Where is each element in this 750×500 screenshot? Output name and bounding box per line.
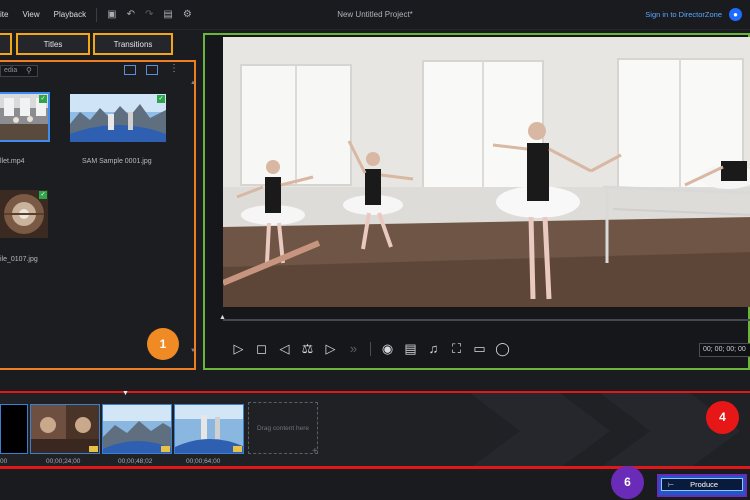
media-library: edia ⚲ ⋮ ✓ llet.mp4 ✓ SAM Sample 0001.jp…	[0, 60, 196, 370]
menu-bar: ite View Playback ▣ ↶ ↷ ▤ ⚙	[0, 0, 750, 30]
timeline-timecode: 00	[0, 458, 8, 465]
thumbnail-view-icon[interactable]	[146, 65, 158, 75]
redo-icon[interactable]: ↷	[145, 9, 153, 20]
produce-label: Produce	[690, 480, 719, 489]
preview-panel: ▲ ▷ ◻ ◁ ⚖ ▷ » ◉ ▤ ♫ ⛶ ▭ ◯ 00; 00; 00; 00	[203, 33, 750, 370]
tab-titles[interactable]: Titles	[16, 33, 90, 55]
media-item-name: SAM Sample 0001.jpg	[82, 158, 152, 165]
undo-icon[interactable]: ↶	[127, 9, 135, 20]
next-frame-icon[interactable]: ▷	[319, 341, 342, 357]
stop-icon[interactable]: ◻	[250, 341, 273, 357]
add-icon[interactable]: +	[312, 446, 318, 457]
timeline-playhead[interactable]: ▼	[122, 390, 129, 397]
library-tabs: Titles Transitions	[0, 33, 173, 55]
clip-marker	[233, 446, 242, 452]
save-icon[interactable]: ▣	[107, 9, 116, 20]
ballet-video-frame	[223, 37, 750, 307]
in-use-check-icon: ✓	[157, 95, 165, 103]
media-item-sample-image[interactable]: ✓	[70, 94, 166, 142]
timeline-clip-black[interactable]	[0, 404, 28, 454]
library-search-input[interactable]: edia	[0, 65, 38, 77]
media-item-name: llet.mp4	[0, 158, 25, 165]
preview-scrubber[interactable]	[223, 319, 750, 321]
menu-edit[interactable]: ite	[0, 10, 8, 19]
tab-transitions[interactable]: Transitions	[93, 33, 173, 55]
annotation-badge-4: 4	[706, 401, 739, 434]
signin-link[interactable]: Sign in to DirectorZone	[645, 10, 722, 19]
menu-view[interactable]: View	[22, 10, 39, 19]
annotation-badge-1: 1	[147, 328, 179, 360]
playback-controls: ▷ ◻ ◁ ⚖ ▷ » ◉ ▤ ♫ ⛶ ▭ ◯	[227, 341, 514, 357]
fullscreen-icon[interactable]: ⛶	[445, 341, 468, 357]
export-icon: ⊢	[668, 481, 675, 489]
timeline-clip-ballet[interactable]	[30, 404, 100, 454]
clip-marker	[89, 446, 98, 452]
subtitle-icon[interactable]: ▤	[399, 341, 422, 357]
list-view-icon[interactable]	[124, 65, 136, 75]
settings-icon[interactable]: ⚙	[183, 9, 192, 20]
produce-button-inner[interactable]: ⊢ Produce	[661, 478, 743, 491]
timeline-clip-sample-1[interactable]	[102, 404, 172, 454]
scroll-up-arrow[interactable]: ▲	[190, 80, 196, 86]
more-options-icon[interactable]: ⋮	[169, 63, 179, 74]
preview-timecode: 00; 00; 00; 00	[699, 343, 750, 357]
annotation-badge-6: 6	[611, 466, 644, 499]
timeline-timecode: 00;00;24;00	[46, 458, 81, 465]
in-use-check-icon: ✓	[39, 95, 47, 103]
search-icon[interactable]: ⚲	[26, 66, 32, 75]
aspect-ratio-icon[interactable]: ▭	[468, 341, 491, 357]
volume-icon[interactable]: ♫	[422, 341, 445, 357]
controls-divider	[370, 342, 371, 356]
produce-button[interactable]: ⊢ Produce	[657, 474, 747, 497]
image-thumbnail	[70, 94, 166, 142]
fast-forward-icon[interactable]: »	[342, 341, 365, 357]
video-preview	[223, 37, 750, 307]
toolbar-divider	[96, 7, 98, 22]
snapshot-icon[interactable]: ◉	[376, 341, 399, 357]
user-icon[interactable]: ●	[729, 8, 742, 21]
video-editor-app: ite View Playback ▣ ↶ ↷ ▤ ⚙ New Untitled…	[0, 0, 750, 500]
play-icon[interactable]: ▷	[227, 341, 250, 357]
media-item-name: ile_0107.jpg	[0, 256, 38, 263]
timeline-timecode: 00;00;48;02	[118, 458, 153, 465]
timeline-drop-zone[interactable]: Drag content here	[248, 402, 318, 454]
in-use-check-icon: ✓	[39, 191, 47, 199]
media-item-interior-image[interactable]: ✓	[0, 190, 48, 238]
tab-media[interactable]	[0, 33, 12, 55]
timeline-clip-sample-2[interactable]	[174, 404, 244, 454]
media-item-ballet-video[interactable]: ✓	[0, 92, 50, 142]
previous-frame-icon[interactable]: ◁	[273, 341, 296, 357]
360-view-icon[interactable]: ◯	[491, 341, 514, 357]
scroll-down-arrow[interactable]: ▼	[190, 348, 196, 354]
fit-icon[interactable]: ▤	[163, 9, 172, 20]
timeline-timecode: 00;00;64;00	[186, 458, 221, 465]
menu-playback[interactable]: Playback	[54, 10, 86, 19]
split-icon[interactable]: ⚖	[296, 341, 319, 357]
clip-marker	[161, 446, 170, 452]
